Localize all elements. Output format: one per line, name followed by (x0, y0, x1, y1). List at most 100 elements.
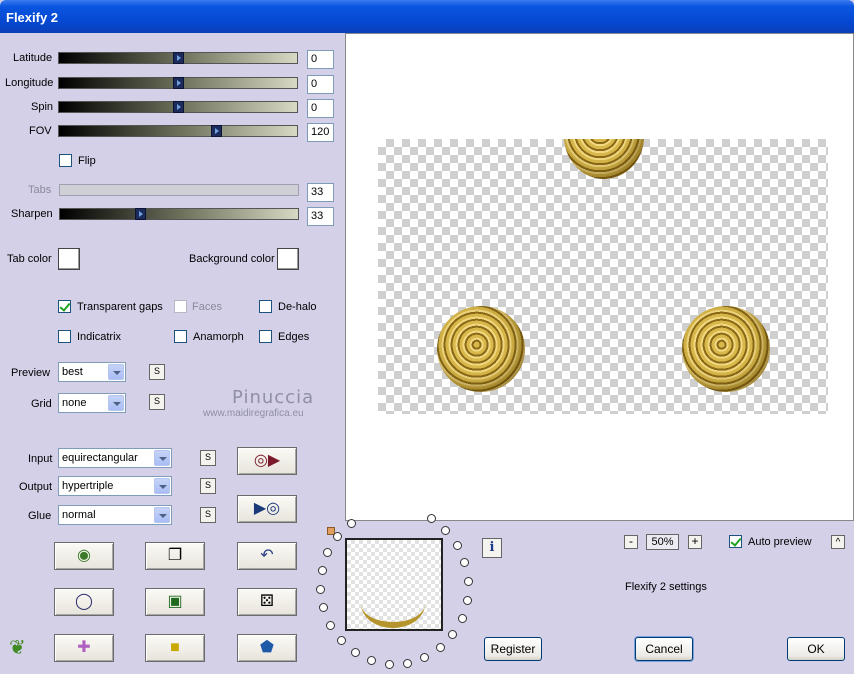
rotation-dot[interactable] (333, 531, 343, 541)
swap-to-output-button[interactable]: ◎▶ (237, 447, 297, 475)
rotation-dot[interactable] (427, 514, 436, 524)
cancel-button[interactable]: Cancel (635, 637, 693, 661)
glue-s-button[interactable]: S (200, 507, 216, 523)
rotation-dot[interactable] (317, 565, 327, 575)
sphere-top (564, 139, 644, 179)
collapse-button[interactable]: ^ (831, 535, 845, 549)
sharpen-slider[interactable] (59, 208, 299, 220)
arc-preview (361, 580, 425, 628)
spin-slider-thumb[interactable] (173, 101, 184, 113)
random-button[interactable]: ⚄ (237, 588, 297, 616)
rotation-dot[interactable] (318, 603, 328, 613)
cube-button[interactable]: ■ (145, 634, 205, 662)
fov-slider-thumb[interactable] (211, 125, 222, 137)
rotation-dot[interactable] (435, 643, 445, 653)
anamorph-label: Anamorph (193, 331, 244, 343)
grid-s-button[interactable]: S (149, 394, 165, 410)
edges-checkbox[interactable] (259, 330, 272, 343)
register-button[interactable]: Register (484, 637, 542, 661)
rotation-dot[interactable] (462, 595, 472, 605)
output-s-button[interactable]: S (200, 478, 216, 494)
tabs-slider (59, 184, 299, 196)
spin-label: Spin (31, 101, 54, 113)
chevron-down-icon[interactable] (154, 450, 170, 466)
rotation-dot[interactable] (367, 656, 377, 666)
auto-preview-label: Auto preview (748, 536, 812, 548)
watermark-name: Pinuccia (232, 387, 315, 408)
ring-button[interactable]: ◯ (54, 588, 114, 616)
input-s-button[interactable]: S (200, 450, 216, 466)
faces-checkbox (174, 300, 187, 313)
tab-color-swatch[interactable] (58, 248, 80, 270)
rotation-dot[interactable] (323, 547, 333, 557)
de-halo-checkbox[interactable] (259, 300, 272, 313)
info-button[interactable]: i (482, 538, 502, 558)
pentagon-icon: ⬟ (260, 639, 274, 656)
dice-icon: ⚄ (260, 593, 274, 610)
grid-select[interactable]: none (58, 393, 126, 413)
longitude-slider-thumb[interactable] (173, 77, 184, 89)
rotation-dot[interactable] (448, 630, 458, 640)
fov-slider[interactable] (58, 125, 298, 137)
transparent-gaps-checkbox[interactable] (58, 300, 71, 313)
output-projection-select[interactable]: hypertriple (58, 476, 172, 496)
arrow-disc-icon: ▶◎ (253, 500, 281, 517)
cross-button[interactable]: ✚ (54, 634, 114, 662)
rotation-dot[interactable] (350, 648, 360, 658)
latitude-slider-thumb[interactable] (173, 52, 184, 64)
rotation-dot[interactable] (336, 636, 346, 646)
flip-checkbox[interactable] (59, 154, 72, 167)
preview-quality-select[interactable]: best (58, 362, 126, 382)
input-projection-select[interactable]: equirectangular (58, 448, 172, 468)
spin-slider[interactable] (58, 101, 298, 113)
anamorph-checkbox[interactable] (174, 330, 187, 343)
rotation-dot[interactable] (457, 613, 467, 623)
undo-button[interactable]: ↶ (237, 542, 297, 570)
chevron-down-icon[interactable] (154, 507, 170, 523)
indicatrix-checkbox[interactable] (58, 330, 71, 343)
rotation-dot[interactable] (463, 576, 473, 586)
navigator-thumbnail[interactable] (345, 538, 443, 631)
rotation-dot[interactable] (384, 659, 394, 669)
latitude-slider[interactable] (58, 52, 298, 64)
rotation-dot[interactable] (402, 658, 412, 668)
zoom-in-button[interactable]: + (688, 535, 702, 549)
glue-label: Glue (28, 510, 52, 522)
zoom-out-button[interactable]: - (624, 535, 638, 549)
de-halo-label: De-halo (278, 301, 317, 313)
preview-s-button[interactable]: S (149, 364, 165, 380)
longitude-field[interactable]: 0 (307, 75, 334, 94)
longitude-slider[interactable] (58, 77, 298, 89)
sharpen-slider-thumb[interactable] (135, 208, 146, 220)
sharpen-field[interactable]: 33 (307, 207, 334, 226)
rotation-dot[interactable] (316, 584, 326, 594)
pentagon-button[interactable]: ⬟ (237, 634, 297, 662)
frame-button[interactable]: ▣ (145, 588, 205, 616)
auto-preview-checkbox[interactable] (729, 535, 742, 548)
copy-icon: ❐ (167, 547, 183, 564)
globe-button[interactable]: ◉ (54, 542, 114, 570)
latitude-field[interactable]: 0 (307, 50, 334, 69)
fov-label: FOV (29, 125, 52, 137)
chevron-down-icon[interactable] (108, 364, 124, 380)
glue-select[interactable]: normal (58, 505, 172, 525)
rotation-dot[interactable] (452, 540, 462, 550)
output-projection-value: hypertriple (62, 480, 114, 492)
copy-button[interactable]: ❐ (145, 542, 205, 570)
ok-button[interactable]: OK (787, 637, 845, 661)
swap-to-input-button[interactable]: ▶◎ (237, 495, 297, 523)
rotation-dot[interactable] (420, 653, 430, 663)
edges-label: Edges (278, 331, 310, 343)
window-title: Flexify 2 (6, 10, 59, 25)
chevron-down-icon[interactable] (108, 395, 124, 411)
rotation-dot[interactable] (325, 621, 335, 630)
chevron-down-icon[interactable] (154, 478, 170, 494)
settings-title: Flexify 2 settings (625, 581, 707, 593)
rotation-dot[interactable] (460, 557, 470, 567)
preview-canvas[interactable] (345, 33, 854, 521)
spin-field[interactable]: 0 (307, 99, 334, 118)
rotation-dot[interactable] (346, 518, 356, 528)
background-color-swatch[interactable] (277, 248, 299, 270)
fov-field[interactable]: 120 (307, 123, 334, 142)
rotation-dot[interactable] (441, 525, 451, 535)
